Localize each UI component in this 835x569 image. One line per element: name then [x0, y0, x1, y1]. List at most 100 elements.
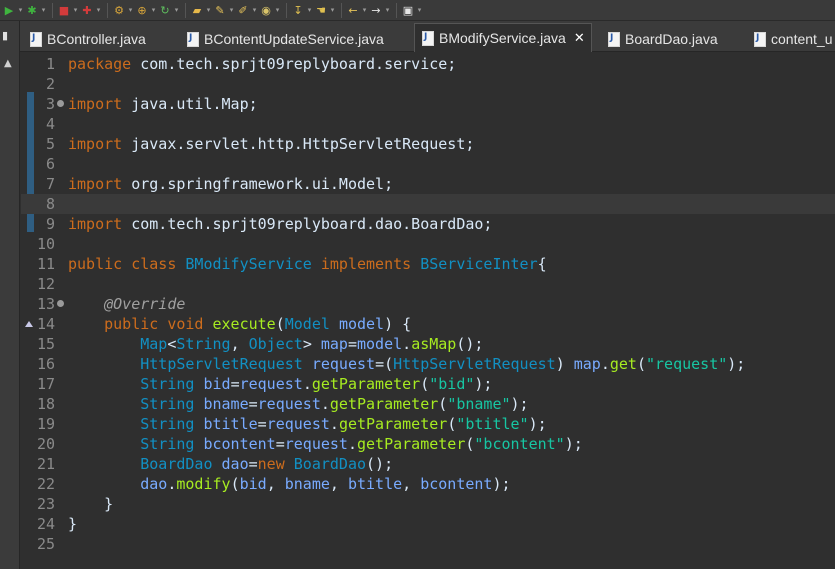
dropdown-arrow-icon[interactable]: ▾ — [149, 6, 158, 14]
forward-icon[interactable]: → — [369, 3, 383, 17]
dropdown-arrow-icon[interactable]: ▾ — [204, 6, 213, 14]
last-edit-icon[interactable]: ☚ — [314, 3, 328, 17]
code-line[interactable]: 16 HttpServletRequest request=(HttpServl… — [21, 354, 835, 374]
code-line[interactable]: 19 String btitle=request.getParameter("b… — [21, 414, 835, 434]
line-number: 3 — [45, 95, 55, 113]
dropdown-arrow-icon[interactable]: ▾ — [172, 6, 181, 14]
next-annotation-icon[interactable]: ↧ — [291, 3, 305, 17]
brush-icon[interactable]: ✐ — [236, 3, 250, 17]
line-number: 6 — [45, 155, 55, 173]
open-folder-icon[interactable]: ▰ — [190, 3, 204, 17]
code-line[interactable]: 8 — [21, 194, 835, 214]
dropdown-arrow-icon[interactable]: ▾ — [16, 6, 25, 14]
code-token: javax.servlet.http.HttpServletRequest; — [122, 135, 475, 153]
code-token: bcontent — [203, 435, 276, 453]
dropdown-arrow-icon[interactable]: ▾ — [126, 6, 135, 14]
code-token: ); — [492, 475, 511, 493]
dropdown-arrow-icon[interactable]: ▾ — [94, 6, 103, 14]
code-line[interactable]: 1 package com.tech.sprjt09replyboard.serv… — [21, 54, 835, 74]
code-token: ( — [230, 475, 240, 493]
stop-icon[interactable]: ■ — [57, 3, 71, 17]
tab-bcontroller[interactable]: J BController.java — [29, 25, 146, 52]
code-line[interactable]: 12 — [21, 274, 835, 294]
server-icon[interactable]: ✚ — [80, 3, 94, 17]
code-token: map — [573, 355, 601, 373]
code-line[interactable]: 20 String bcontent=request.getParameter(… — [21, 434, 835, 454]
line-number: 24 — [36, 515, 55, 533]
code-line[interactable]: 25 — [21, 534, 835, 554]
code-line[interactable]: 22 dao.modify(bid, bname, btitle, bconte… — [21, 474, 835, 494]
tab-bcontentupdateservice[interactable]: J BContentUpdateService.java — [186, 25, 384, 52]
debug-icon[interactable]: ✱ — [25, 3, 39, 17]
dropdown-arrow-icon[interactable]: ▾ — [328, 6, 337, 14]
code-token: com.tech.sprjt09replyboard.service; — [131, 55, 457, 73]
code-line[interactable]: 3 import java.util.Map; — [21, 94, 835, 114]
tab-bmodifyservice[interactable]: J BModifyService.java ✕ — [414, 23, 592, 52]
tab-boarddao[interactable]: J BoardDao.java — [607, 25, 718, 52]
line-number: 21 — [36, 455, 55, 473]
perspective-icon[interactable]: ▣ — [401, 3, 415, 17]
code-text: import java.util.Map; — [68, 94, 258, 114]
code-line[interactable]: 13 @Override — [21, 294, 835, 314]
new-package-icon[interactable]: ⊕ — [135, 3, 149, 17]
fold-toggle-icon[interactable] — [57, 300, 64, 307]
line-number: 11 — [36, 255, 55, 273]
java-editor[interactable]: 1 package com.tech.sprjt09replyboard.serv… — [21, 52, 835, 569]
code-line[interactable]: 24} — [21, 514, 835, 534]
dropdown-arrow-icon[interactable]: ▾ — [383, 6, 392, 14]
line-number: 16 — [36, 355, 55, 373]
dropdown-arrow-icon[interactable]: ▾ — [360, 6, 369, 14]
search-icon[interactable]: ◉ — [259, 3, 273, 17]
code-line[interactable]: 10 — [21, 234, 835, 254]
code-line[interactable]: 4 — [21, 114, 835, 134]
close-tab-icon[interactable]: ✕ — [574, 31, 585, 46]
tab-content[interactable]: Jcontent_u — [753, 25, 833, 52]
code-line[interactable]: 23 } — [21, 494, 835, 514]
code-line[interactable]: 7 import org.springframework.ui.Model; — [21, 174, 835, 194]
line-number: 1 — [45, 55, 55, 73]
code-token: btitle — [203, 415, 258, 433]
line-number: 19 — [36, 415, 55, 433]
code-token: implements — [320, 255, 412, 273]
package-explorer-tab[interactable]: ▮ — [0, 21, 20, 52]
refresh-icon[interactable]: ↻ — [158, 3, 172, 17]
code-token: import — [68, 215, 123, 233]
override-marker-icon[interactable] — [25, 321, 33, 327]
code-line[interactable]: 15 Map<String, Object> map=model.asMap()… — [21, 334, 835, 354]
code-line[interactable]: 6 — [21, 154, 835, 174]
line-number: 4 — [45, 115, 55, 133]
back-icon[interactable]: ← — [346, 3, 360, 17]
dropdown-arrow-icon[interactable]: ▾ — [305, 6, 314, 14]
dropdown-arrow-icon[interactable]: ▾ — [250, 6, 259, 14]
code-line[interactable]: 2 — [21, 74, 835, 94]
run-icon[interactable]: ▶ — [2, 3, 16, 17]
code-line[interactable]: 14 public void execute(Model model) { — [21, 314, 835, 334]
code-line[interactable]: 21 BoardDao dao=new BoardDao(); — [21, 454, 835, 474]
line-number: 15 — [36, 335, 55, 353]
code-token: . — [402, 335, 412, 353]
code-line[interactable]: 11 public class BModifyService implements… — [21, 254, 835, 274]
dropdown-arrow-icon[interactable]: ▾ — [273, 6, 282, 14]
dropdown-arrow-icon[interactable]: ▾ — [415, 6, 424, 14]
toolbar-separator — [52, 2, 53, 18]
new-wizard-icon[interactable]: ⚙ — [112, 3, 126, 17]
code-token: bname — [203, 395, 249, 413]
open-type-icon[interactable]: ✎ — [213, 3, 227, 17]
dropdown-arrow-icon[interactable]: ▾ — [227, 6, 236, 14]
code-line[interactable]: 5 import javax.servlet.http.HttpServletRe… — [21, 134, 835, 154]
code-token: "bid" — [429, 375, 475, 393]
code-line[interactable]: 9 import com.tech.sprjt09replyboard.dao.B… — [21, 214, 835, 234]
dropdown-arrow-icon[interactable]: ▾ — [39, 6, 48, 14]
dropdown-arrow-icon[interactable]: ▾ — [71, 6, 80, 14]
code-line[interactable]: 17 String bid=request.getParameter("bid"… — [21, 374, 835, 394]
chevron-up-icon[interactable]: ▲ — [4, 58, 12, 69]
code-token: ( — [275, 315, 285, 333]
code-line[interactable]: 18 String bname=request.getParameter("bn… — [21, 394, 835, 414]
fold-toggle-icon[interactable] — [57, 100, 64, 107]
